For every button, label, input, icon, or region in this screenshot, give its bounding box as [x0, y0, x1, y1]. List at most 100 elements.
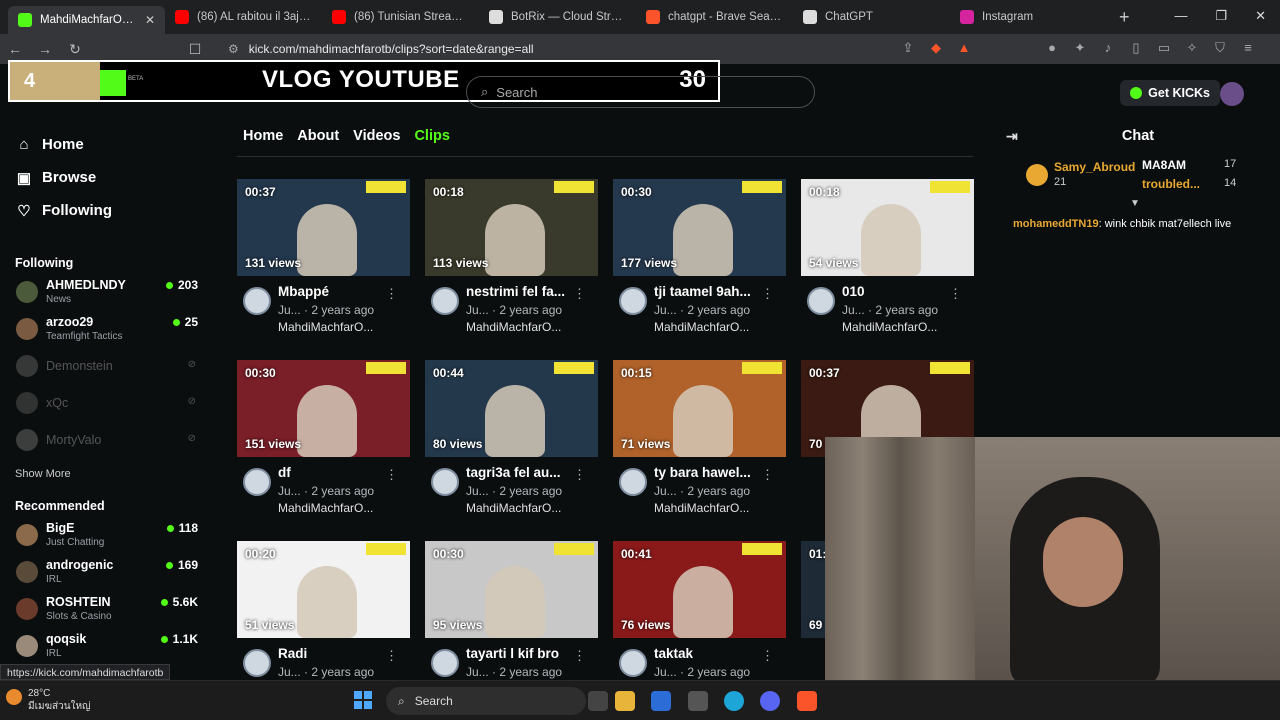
more-options-icon[interactable]: ⋮	[385, 648, 398, 664]
windows-start-icon[interactable]	[354, 691, 372, 709]
show-more-button[interactable]: Show More	[0, 464, 220, 484]
vpn-icon[interactable]: ⛉	[1212, 40, 1228, 56]
clip-title[interactable]: Mbappé	[278, 284, 388, 299]
clip-title[interactable]: nestrimi fel fa...	[466, 284, 576, 299]
clip-title[interactable]: Radi	[278, 646, 388, 661]
more-options-icon[interactable]: ⋮	[385, 467, 398, 483]
reload-icon[interactable]: ↻	[60, 41, 90, 58]
sidebar-channel[interactable]: ROSHTEIN Slots & Casino 5.6K	[0, 590, 220, 627]
clip-thumbnail[interactable]: 00:41 76 views	[613, 541, 786, 638]
clip-thumbnail[interactable]: 00:15 71 views	[613, 360, 786, 457]
clip-channel[interactable]: MahdiMachfarO...	[278, 501, 373, 515]
collapse-chat-icon[interactable]: ⇥	[1006, 128, 1018, 145]
menu-icon[interactable]: ≡	[1240, 40, 1256, 56]
clip-channel[interactable]: MahdiMachfarO...	[654, 501, 749, 515]
taskbar-search[interactable]: ⌕ Search	[386, 687, 586, 715]
browser-tab[interactable]: MahdiMachfarOTB Cli ✕	[8, 6, 165, 34]
tab-about[interactable]: About	[297, 128, 339, 144]
sidebar-channel[interactable]: qoqsik IRL 1.1K	[0, 627, 220, 664]
gifter-3-name[interactable]: troubled...	[1142, 177, 1200, 191]
sidebar-icon[interactable]: ▯	[1128, 40, 1144, 56]
sidebar-channel[interactable]: BigE Just Chatting 118	[0, 516, 220, 553]
clip-card[interactable]: 00:41 76 views taktak Ju... · 2 years ag…	[613, 541, 786, 680]
app-icon[interactable]	[688, 691, 708, 711]
media-icon[interactable]: ♪	[1100, 40, 1116, 56]
channel-avatar[interactable]	[619, 287, 647, 315]
user-avatar[interactable]	[1220, 82, 1244, 106]
tab-videos[interactable]: Videos	[353, 128, 400, 144]
clip-thumbnail[interactable]: 00:37 131 views	[237, 179, 410, 276]
clip-card[interactable]: 00:30 177 views tji taamel 9ah... Ju... …	[613, 179, 786, 346]
clip-thumbnail[interactable]: 00:30 151 views	[237, 360, 410, 457]
restore-icon[interactable]: ❐	[1215, 8, 1227, 24]
clip-channel[interactable]: MahdiMachfarO...	[842, 320, 937, 334]
file-explorer-icon[interactable]	[615, 691, 635, 711]
expand-gifters-icon[interactable]: ▼	[1130, 198, 1140, 209]
new-tab-icon[interactable]: +	[1119, 7, 1130, 28]
task-view-icon[interactable]	[588, 691, 608, 711]
clip-card[interactable]: 00:44 80 views tagri3a fel au... Ju... ·…	[425, 360, 598, 527]
more-options-icon[interactable]: ⋮	[761, 286, 774, 302]
brave-shield-icon[interactable]: ◆	[928, 40, 944, 56]
clip-title[interactable]: 010	[842, 284, 952, 299]
more-options-icon[interactable]: ⋮	[573, 648, 586, 664]
browser-tab[interactable]: chatgpt - Brave Search	[636, 3, 793, 31]
clip-thumbnail[interactable]: 00:18 113 views	[425, 179, 598, 276]
more-options-icon[interactable]: ⋮	[949, 286, 962, 302]
channel-avatar[interactable]	[431, 468, 459, 496]
get-kicks-button[interactable]: Get KICKs	[1120, 80, 1220, 106]
sidebar-channel[interactable]: MortyValo ⊘	[0, 421, 220, 458]
close-tab-icon[interactable]: ✕	[145, 13, 155, 27]
puzzle-icon[interactable]: ✦	[1072, 40, 1088, 56]
channel-avatar[interactable]	[619, 468, 647, 496]
gifter-2-name[interactable]: MA8AM	[1142, 158, 1186, 172]
clip-card[interactable]: 00:18 113 views nestrimi fel fa... Ju...…	[425, 179, 598, 346]
clip-thumbnail[interactable]: 00:30 177 views	[613, 179, 786, 276]
weather-icon[interactable]	[6, 689, 22, 705]
clip-title[interactable]: taktak	[654, 646, 764, 661]
clip-card[interactable]: 00:37 131 views Mbappé Ju... · 2 years a…	[237, 179, 410, 346]
clip-title[interactable]: ty bara hawel...	[654, 465, 764, 480]
sidebar-channel[interactable]: arzoo29 Teamfight Tactics 25	[0, 310, 220, 347]
more-options-icon[interactable]: ⋮	[761, 648, 774, 664]
sidebar-channel[interactable]: AHMEDLNDY News 203	[0, 273, 220, 310]
leo-icon[interactable]: ✧	[1184, 40, 1200, 56]
channel-avatar[interactable]	[243, 649, 271, 677]
extension-icon[interactable]: ●	[1044, 40, 1060, 56]
close-window-icon[interactable]: ✕	[1255, 8, 1266, 24]
discord-icon[interactable]	[760, 691, 780, 711]
back-icon[interactable]: ←	[0, 41, 30, 57]
share-icon[interactable]: ⇪	[900, 40, 916, 56]
clip-channel[interactable]: MahdiMachfarO...	[466, 501, 561, 515]
sidebar-nav-browse[interactable]: ▣ Browse	[0, 161, 220, 194]
channel-avatar[interactable]	[807, 287, 835, 315]
browser-tab[interactable]: (86) AL rabitou il 3ajib (co	[165, 3, 322, 31]
channel-avatar[interactable]	[619, 649, 647, 677]
clip-card[interactable]: 00:30 95 views tayarti l kif bro Ju... ·…	[425, 541, 598, 680]
sidebar-channel[interactable]: Demonstein ⊘	[0, 347, 220, 384]
browser-tab[interactable]: (86) Tunisian Streamers H	[322, 3, 479, 31]
clip-title[interactable]: tagri3a fel au...	[466, 465, 576, 480]
forward-icon[interactable]: →	[30, 41, 60, 57]
sidebar-channel[interactable]: androgenic IRL 169	[0, 553, 220, 590]
search-input[interactable]: ⌕ Search	[466, 76, 815, 108]
clip-channel[interactable]: MahdiMachfarO...	[466, 320, 561, 334]
channel-avatar[interactable]	[243, 468, 271, 496]
store-icon[interactable]	[651, 691, 671, 711]
brave-icon[interactable]	[797, 691, 817, 711]
browser-tab[interactable]: Instagram	[950, 3, 1107, 31]
clip-thumbnail[interactable]: 00:30 95 views	[425, 541, 598, 638]
clip-channel[interactable]: MahdiMachfarO...	[278, 320, 373, 334]
channel-avatar[interactable]	[431, 287, 459, 315]
clip-card[interactable]: 00:30 151 views df Ju... · 2 years ago M…	[237, 360, 410, 527]
sidebar-nav-following[interactable]: ♡ Following	[0, 194, 220, 227]
clip-card[interactable]: 00:20 51 views Radi Ju... · 2 years ago …	[237, 541, 410, 680]
clip-channel[interactable]: MahdiMachfarO...	[654, 320, 749, 334]
clip-thumbnail[interactable]: 00:44 80 views	[425, 360, 598, 457]
clip-thumbnail[interactable]: 00:18 54 views	[801, 179, 974, 276]
clip-title[interactable]: tji taamel 9ah...	[654, 284, 764, 299]
sidebar-channel[interactable]: xQc ⊘	[0, 384, 220, 421]
clip-title[interactable]: tayarti l kif bro	[466, 646, 576, 661]
tab-home[interactable]: Home	[243, 128, 283, 144]
minimize-icon[interactable]: —	[1174, 8, 1187, 24]
